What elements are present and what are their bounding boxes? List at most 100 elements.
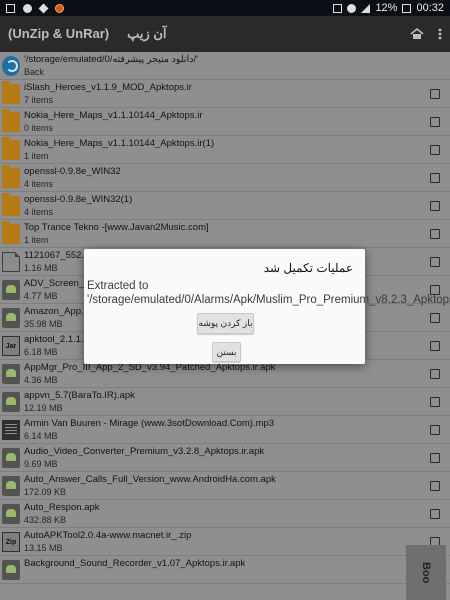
item-meta: 6.18 MB	[24, 347, 58, 357]
list-item[interactable]: Audio_Video_Converter_Premium_v3.2.8_Apk…	[0, 444, 450, 472]
zip-icon: Zip	[2, 532, 20, 552]
item-meta: 12.19 MB	[24, 403, 63, 413]
folder-icon	[2, 109, 20, 132]
item-name: 1121067_552...	[24, 250, 90, 261]
item-checkbox[interactable]	[430, 201, 440, 211]
battery-icon	[402, 3, 412, 13]
item-meta: 1 item	[24, 235, 49, 245]
clock: 00:32	[416, 2, 444, 14]
status-bar: 12% 00:32	[0, 0, 450, 16]
notification-icon	[38, 3, 49, 13]
item-checkbox[interactable]	[430, 425, 440, 435]
item-checkbox[interactable]	[430, 509, 440, 519]
list-item[interactable]: Nokia_Here_Maps_v1.1.10144_Apktops.ir 0 …	[0, 108, 450, 136]
item-meta: 172.09 KB	[24, 487, 67, 497]
item-meta: 9.69 MB	[24, 459, 58, 469]
list-item[interactable]: Top Trance Tekno -[www.Javan2Music.com] …	[0, 220, 450, 248]
apk-icon	[2, 476, 20, 496]
apk-icon	[2, 560, 20, 580]
list-item[interactable]: openssl-0.9.8e_WIN32(1) 4 items	[0, 192, 450, 220]
item-checkbox[interactable]	[430, 397, 440, 407]
apk-icon	[2, 280, 20, 300]
item-meta: 35.98 MB	[24, 319, 63, 329]
back-row[interactable]: '/storage/emulated/0/دانلود منیجر پیشرفت…	[0, 52, 450, 80]
item-meta: 13.15 MB	[24, 543, 63, 553]
firefox-icon	[55, 3, 64, 13]
item-meta: 1.16 MB	[24, 263, 58, 273]
item-checkbox[interactable]	[430, 313, 440, 323]
item-meta: 4.36 MB	[24, 375, 58, 385]
list-item[interactable]: Zip AutoAPKTool2.0.4a-www.macnet.ir_.zip…	[0, 528, 450, 556]
home-icon[interactable]	[410, 28, 424, 40]
item-name: iSlash_Heroes_v1.1.9_MOD_Apktops.ir	[24, 82, 192, 93]
item-checkbox[interactable]	[430, 173, 440, 183]
item-meta: 4 items	[24, 207, 54, 217]
app-title-fa: آن زیپ	[127, 26, 167, 41]
item-checkbox[interactable]	[430, 257, 440, 267]
app-title-en: (UnZip & UnRar)	[8, 26, 110, 41]
dialog-message: Extracted to '/storage/emulated/0/Alarms…	[87, 280, 450, 306]
folder-icon	[2, 137, 20, 160]
list-item[interactable]: Auto_Respon.apk 432.88 KB	[0, 500, 450, 528]
list-item[interactable]: Nokia_Here_Maps_v1.1.10144_Apktops.ir(1)…	[0, 136, 450, 164]
item-checkbox[interactable]	[430, 481, 440, 491]
item-checkbox[interactable]	[430, 89, 440, 99]
item-checkbox[interactable]	[430, 453, 440, 463]
item-checkbox[interactable]	[430, 341, 440, 351]
item-name: AutoAPKTool2.0.4a-www.macnet.ir_.zip	[24, 530, 192, 541]
apk-icon	[2, 448, 20, 468]
item-name: Auto_Answer_Calls_Full_Version_www.Andro…	[24, 474, 276, 485]
item-checkbox[interactable]	[430, 145, 440, 155]
folder-icon	[2, 165, 20, 188]
dialog-title: عملیات تکمیل شد	[263, 261, 353, 275]
list-item[interactable]: Auto_Answer_Calls_Full_Version_www.Andro…	[0, 472, 450, 500]
item-meta: 1 item	[24, 151, 49, 161]
back-icon	[2, 56, 20, 76]
battery-percent: 12%	[375, 2, 398, 14]
item-name: Auto_Respon.apk	[24, 502, 100, 513]
wifi-icon	[347, 3, 357, 13]
item-name: Armin Van Buuren - Mirage (www.3sotDownl…	[24, 418, 275, 429]
item-name: openssl-0.9.8e_WIN32(1)	[24, 194, 133, 205]
list-item[interactable]: AppMgr_Pro_III_App_2_SD_v3.94_Patched_Ap…	[0, 360, 450, 388]
item-name: apktool_2.1.1...	[24, 334, 89, 345]
apk-icon	[2, 504, 20, 524]
item-name: Top Trance Tekno -[www.Javan2Music.com]	[24, 222, 209, 233]
folder-icon	[2, 193, 20, 216]
apk-icon	[2, 392, 20, 412]
list-item[interactable]: appvn_5.7(BaraTo.IR).apk 12.19 MB	[0, 388, 450, 416]
item-checkbox[interactable]	[430, 229, 440, 239]
jar-icon: Jar	[2, 336, 20, 356]
item-name: openssl-0.9.8e_WIN32	[24, 166, 121, 177]
share-icon	[23, 3, 32, 13]
item-checkbox[interactable]	[430, 369, 440, 379]
item-meta: 432.88 KB	[24, 515, 67, 525]
list-item[interactable]: iSlash_Heroes_v1.1.9_MOD_Apktops.ir 7 it…	[0, 80, 450, 108]
folder-icon	[2, 81, 20, 104]
back-label: Back	[24, 67, 45, 77]
close-button[interactable]: بستن	[212, 342, 241, 362]
item-name: appvn_5.7(BaraTo.IR).apk	[24, 390, 135, 401]
vibrate-icon	[333, 3, 343, 13]
open-folder-button[interactable]: باز کردن پوشه	[197, 313, 254, 334]
folder-icon	[2, 221, 20, 244]
watermark-logo: Boo	[406, 545, 446, 600]
more-options-icon[interactable]	[438, 28, 442, 40]
item-meta: 7 items	[24, 95, 54, 105]
item-meta: 0 items	[24, 123, 54, 133]
list-item[interactable]: Armin Van Buuren - Mirage (www.3sotDownl…	[0, 416, 450, 444]
extraction-complete-dialog: عملیات تکمیل شد Extracted to '/storage/e…	[84, 249, 450, 364]
current-path: '/storage/emulated/0/دانلود منیجر پیشرفت…	[24, 54, 198, 65]
item-meta: 4 items	[24, 179, 54, 189]
item-name: Nokia_Here_Maps_v1.1.10144_Apktops.ir(1)	[24, 138, 215, 149]
app-bar: (UnZip & UnRar) آن زیپ	[0, 16, 450, 52]
item-name: Nokia_Here_Maps_v1.1.10144_Apktops.ir	[24, 110, 203, 121]
notification-icon	[6, 3, 15, 13]
item-meta: 6.14 MB	[24, 431, 58, 441]
audio-file-icon	[2, 420, 20, 440]
item-name: Audio_Video_Converter_Premium_v3.2.8_Apk…	[24, 446, 265, 457]
signal-icon	[361, 3, 371, 13]
item-checkbox[interactable]	[430, 117, 440, 127]
list-item[interactable]: openssl-0.9.8e_WIN32 4 items	[0, 164, 450, 192]
list-item[interactable]: Background_Sound_Recorder_v1.07_Apktops.…	[0, 556, 450, 584]
